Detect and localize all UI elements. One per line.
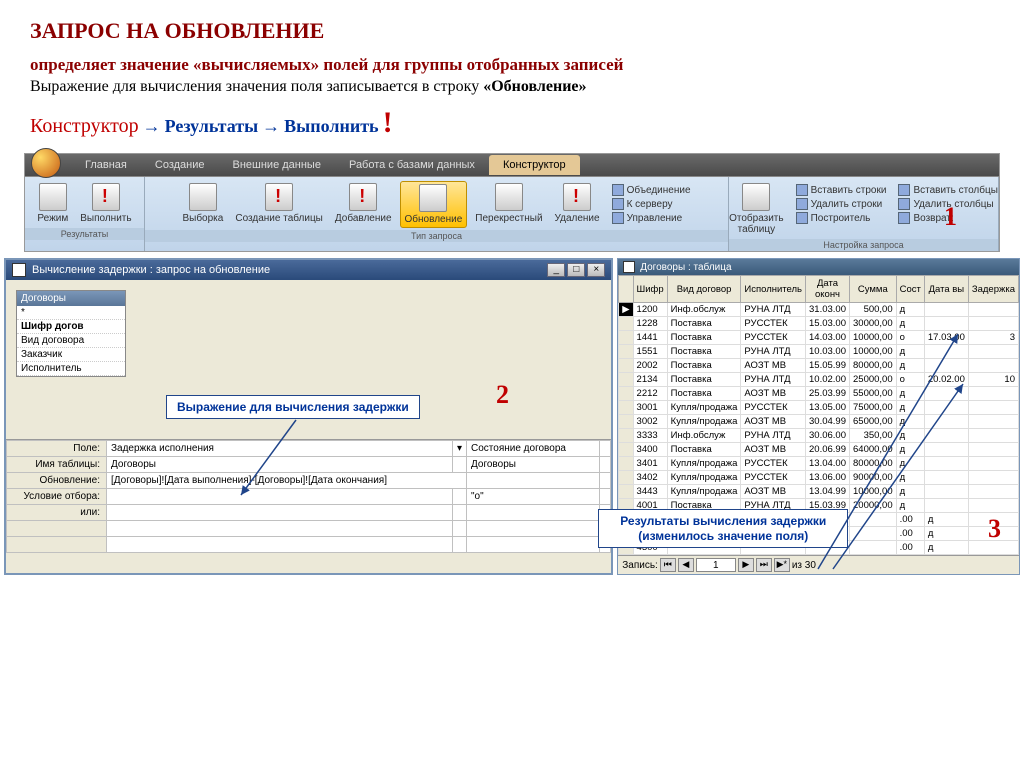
delete-rows-button[interactable]: Удалить строки bbox=[796, 197, 887, 211]
table-row[interactable]: 1441ПоставкаРУССТЕК14.03.0010000,00о17.0… bbox=[619, 331, 1019, 345]
marker-3: 3 bbox=[988, 514, 1001, 544]
ribbon-tab[interactable]: Работа с базами данных bbox=[335, 155, 489, 175]
crosstab-button[interactable]: Перекрестный bbox=[471, 181, 546, 228]
table-row[interactable]: 3443Купля/продажаАОЗТ МВ13.04.9910000,00… bbox=[619, 485, 1019, 499]
marker-2: 2 bbox=[496, 380, 509, 410]
table-row[interactable]: 2212ПоставкаАОЗТ МВ25.03.9955000,00д bbox=[619, 387, 1019, 401]
group-results-label: Результаты bbox=[25, 228, 144, 240]
table-row[interactable]: 3401Купля/продажаРУССТЕК13.04.0080000,00… bbox=[619, 457, 1019, 471]
table-row[interactable]: 3001Купля/продажаРУССТЕК13.05.0075000,00… bbox=[619, 401, 1019, 415]
run-button[interactable]: Выполнить bbox=[76, 181, 135, 226]
select-query-button[interactable]: Выборка bbox=[178, 181, 227, 228]
group-setup-label: Настройка запроса bbox=[729, 239, 998, 251]
minimize-button[interactable]: _ bbox=[547, 263, 565, 277]
append-button[interactable]: Добавление bbox=[331, 181, 396, 228]
nav-prev-button[interactable]: ◀ bbox=[678, 558, 694, 572]
table-icon bbox=[623, 261, 635, 273]
nav-first-button[interactable]: ⏮ bbox=[660, 558, 676, 572]
table-row[interactable]: 3333Инф.обслужРУНА ЛТД30.06.00350,00д bbox=[619, 429, 1019, 443]
subtitle-red: определяет значение «вычисляемых» полей … bbox=[30, 54, 994, 76]
ribbon-tab[interactable]: Конструктор bbox=[489, 155, 580, 175]
insert-cols-button[interactable]: Вставить столбцы bbox=[898, 183, 997, 197]
maximize-button[interactable]: □ bbox=[567, 263, 585, 277]
subtitle-black: Выражение для вычисления значения поля з… bbox=[30, 78, 994, 96]
table-row[interactable]: 1551ПоставкаРУНА ЛТД10.03.0010000,00д bbox=[619, 345, 1019, 359]
update-button[interactable]: Обновление bbox=[400, 181, 468, 228]
workflow: Конструктор → Результаты → Выполнить ! bbox=[30, 106, 994, 140]
field-item[interactable]: Шифр догов bbox=[17, 320, 125, 334]
nav-last-button[interactable]: ⏭ bbox=[756, 558, 772, 572]
table-row[interactable]: 3400ПоставкаАОЗТ МВ20.06.9964000,00д bbox=[619, 443, 1019, 457]
query-titlebar: Вычисление задержки : запрос на обновлен… bbox=[6, 260, 611, 280]
callout-results: Результаты вычисления задержки (изменило… bbox=[598, 509, 848, 548]
union-button[interactable]: Объединение bbox=[612, 183, 691, 197]
datasheet-titlebar: Договоры : таблица bbox=[618, 259, 1019, 275]
ribbon-tab[interactable]: Создание bbox=[141, 155, 219, 175]
table-row[interactable]: 1228ПоставкаРУССТЕК15.03.0030000,00д bbox=[619, 317, 1019, 331]
table-field-list[interactable]: Договоры * Шифр догов Вид договора Заказ… bbox=[16, 290, 126, 377]
marker-1: 1 bbox=[944, 202, 957, 232]
query-design-grid[interactable]: Поле: Задержка исполнения ▾ Состояние до… bbox=[6, 440, 611, 553]
ribbon-tab[interactable]: Внешние данные bbox=[219, 155, 335, 175]
callout-expression: Выражение для вычисления задержки bbox=[166, 395, 420, 419]
make-table-button[interactable]: Создание таблицы bbox=[231, 181, 327, 228]
passthrough-button[interactable]: К серверу bbox=[612, 197, 691, 211]
show-table-button[interactable]: Отобразить таблицу bbox=[725, 181, 788, 237]
query-icon bbox=[12, 263, 26, 277]
data-definition-button[interactable]: Управление bbox=[612, 211, 691, 225]
record-navigator: Запись: ⏮ ◀ ▶ ⏭ ▶* из 30 bbox=[618, 555, 1019, 574]
query-design-window: Вычисление задержки : запрос на обновлен… bbox=[4, 258, 613, 575]
ribbon-tab[interactable]: Главная bbox=[71, 155, 141, 175]
delete-button[interactable]: Удаление bbox=[551, 181, 604, 228]
builder-button[interactable]: Построитель bbox=[796, 211, 887, 225]
insert-rows-button[interactable]: Вставить строки bbox=[796, 183, 887, 197]
table-row[interactable]: 3402Купля/продажаРУССТЕК13.06.0090000,00… bbox=[619, 471, 1019, 485]
field-item[interactable]: Заказчик bbox=[17, 348, 125, 362]
field-item[interactable]: Исполнитель bbox=[17, 362, 125, 376]
table-row[interactable]: 2134ПоставкаРУНА ЛТД10.02.0025000,00о20.… bbox=[619, 373, 1019, 387]
nav-record-input[interactable] bbox=[696, 558, 736, 572]
nav-next-button[interactable]: ▶ bbox=[738, 558, 754, 572]
table-row[interactable]: 2002ПоставкаАОЗТ МВ15.05.9980000,00д bbox=[619, 359, 1019, 373]
office-orb[interactable] bbox=[31, 148, 61, 178]
table-row[interactable]: 3002Купля/продажаАОЗТ МВ30.04.9965000,00… bbox=[619, 415, 1019, 429]
ribbon: ГлавнаяСозданиеВнешние данныеРабота с ба… bbox=[24, 153, 1000, 252]
slide-title: ЗАПРОС НА ОБНОВЛЕНИЕ bbox=[30, 18, 994, 44]
nav-new-button[interactable]: ▶* bbox=[774, 558, 790, 572]
field-item[interactable]: Вид договора bbox=[17, 334, 125, 348]
field-item[interactable]: * bbox=[17, 306, 125, 320]
datasheet-window: Договоры : таблица ШифрВид договорИсполн… bbox=[617, 258, 1020, 575]
mode-button[interactable]: Режим bbox=[33, 181, 72, 226]
table-row[interactable]: ▶1200Инф.обслужРУНА ЛТД31.03.00500,00д bbox=[619, 303, 1019, 317]
group-querytype-label: Тип запроса bbox=[145, 230, 728, 242]
close-button[interactable]: × bbox=[587, 263, 605, 277]
